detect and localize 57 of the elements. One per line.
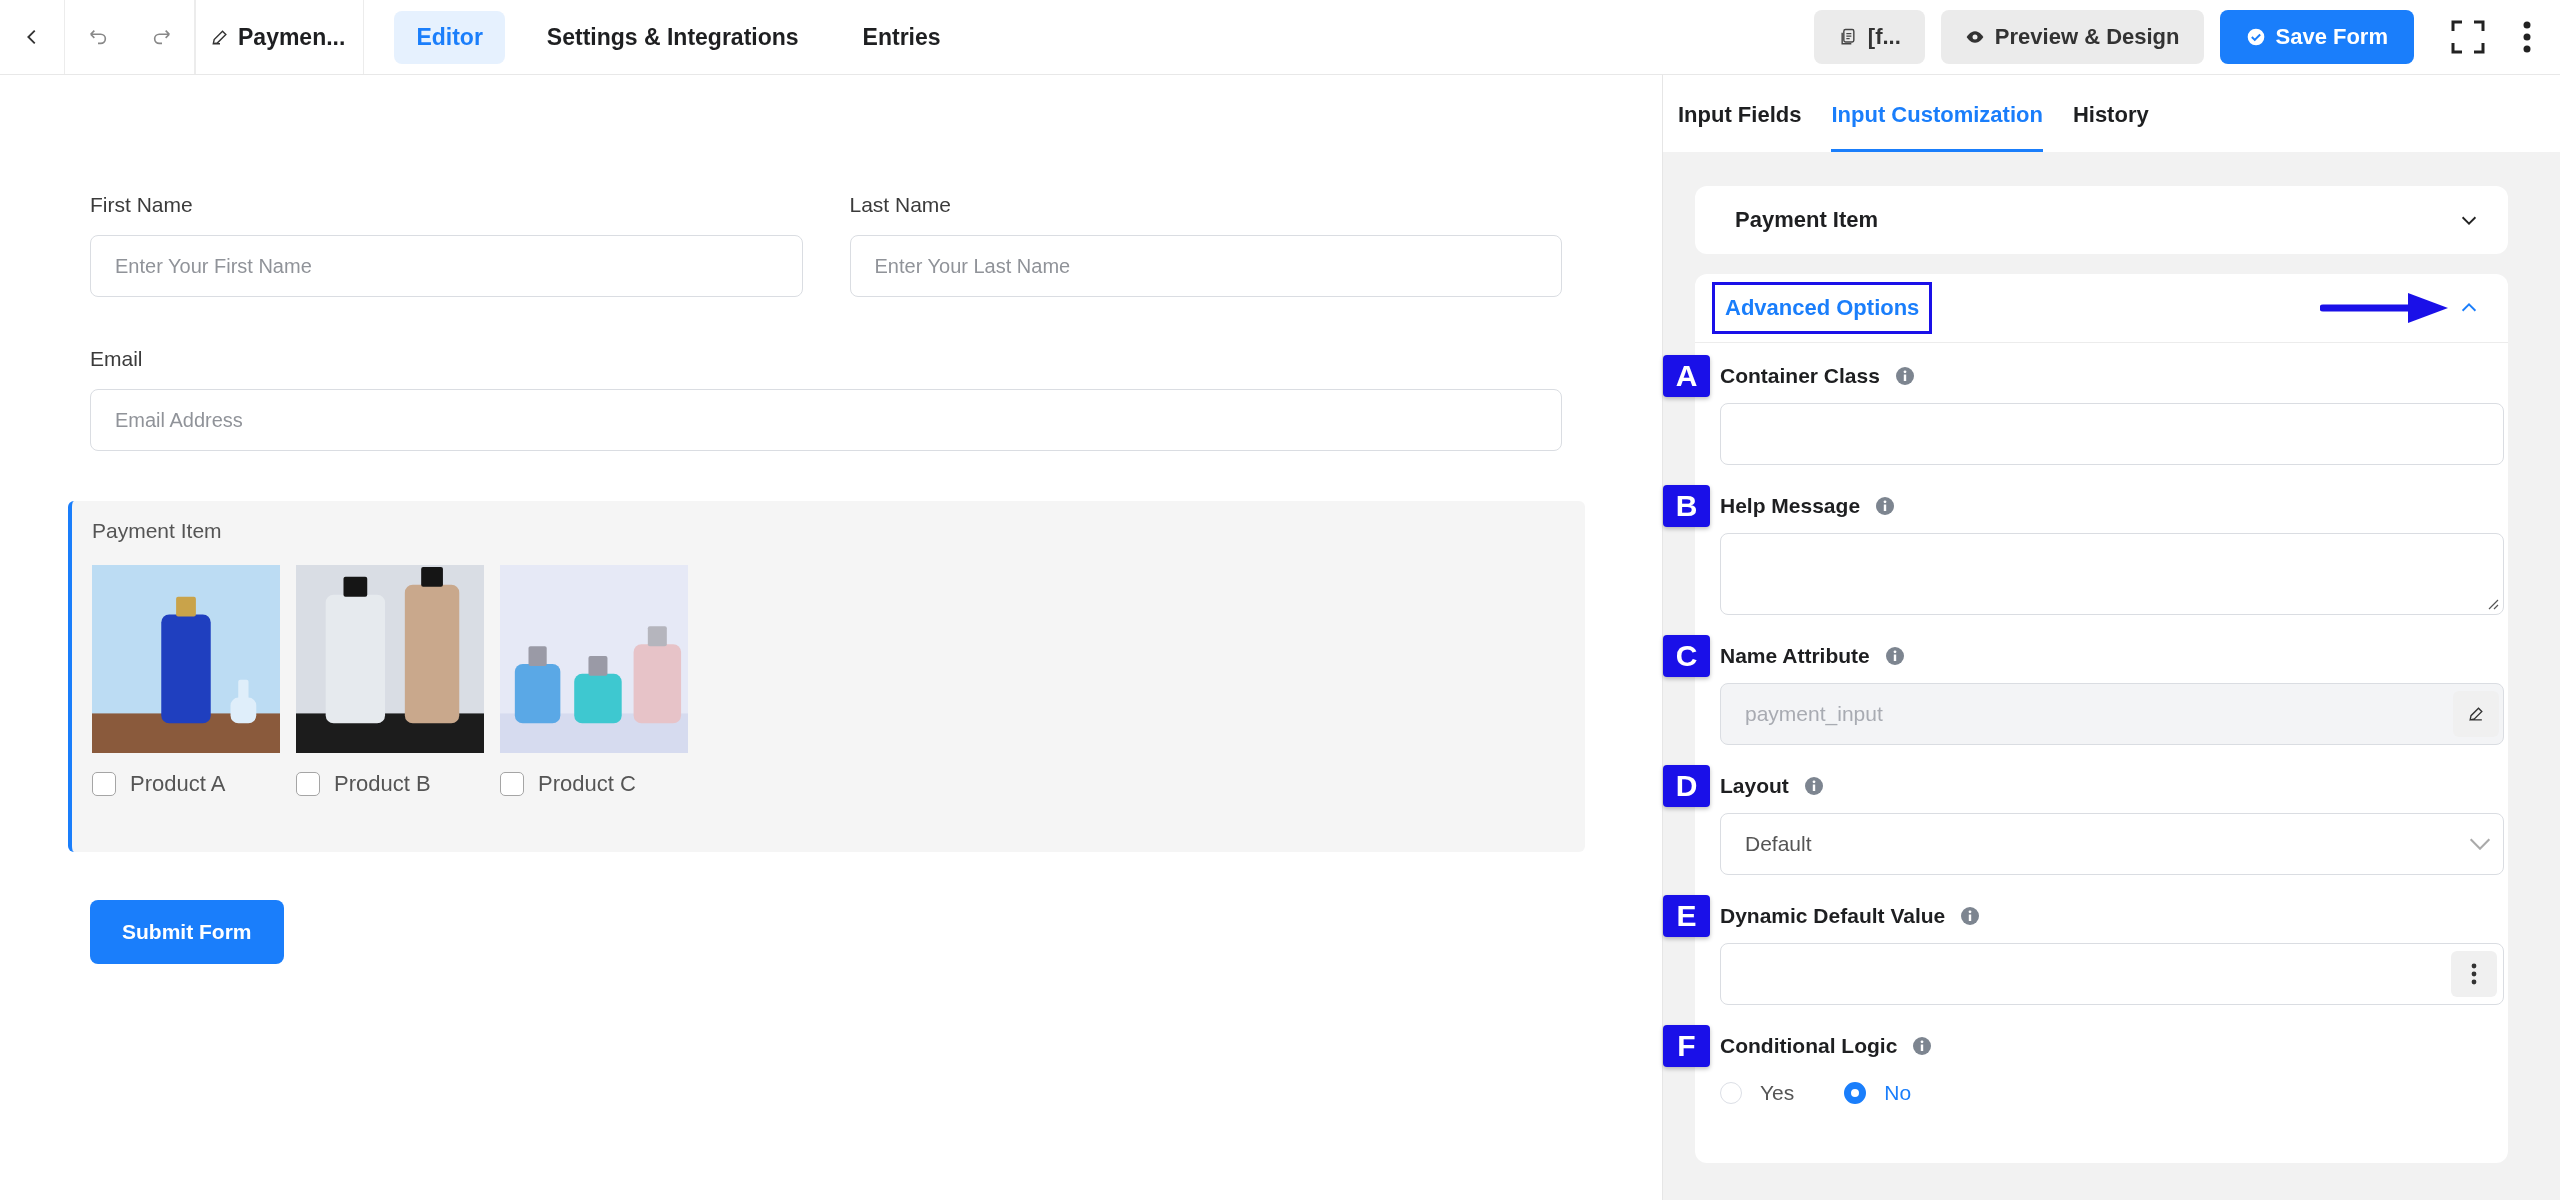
select-field[interactable]: Default (1720, 813, 2504, 875)
info-icon (1885, 647, 1904, 665)
annotation-badge: C (1663, 635, 1710, 677)
more-icon[interactable] (2522, 20, 2532, 54)
option-label: Conditional Logic (1720, 1034, 1898, 1058)
annotation-badge: B (1663, 485, 1710, 527)
edit-button[interactable] (2453, 691, 2499, 737)
info-icon (1804, 777, 1823, 795)
submit-button[interactable]: Submit Form (90, 900, 284, 964)
product-label: Product B (334, 771, 431, 797)
info-icon (1961, 907, 1980, 925)
info-icon (1913, 1037, 1932, 1055)
field-label: First Name (90, 193, 194, 217)
radio-button[interactable] (1844, 1082, 1867, 1104)
editor-tab[interactable]: Entries (840, 10, 963, 64)
option-label: Name Attribute (1720, 644, 1870, 668)
option-label: Layout (1720, 774, 1789, 798)
info-icon (1895, 367, 1914, 385)
annotation-badge: D (1663, 765, 1710, 807)
panel-tab[interactable]: Input Fields (1678, 75, 1802, 152)
annotation-badge: E (1663, 895, 1710, 937)
checkbox[interactable] (500, 772, 524, 796)
more-icon[interactable] (2451, 951, 2497, 997)
field-label: Last Name (849, 193, 953, 217)
check-circle-icon (2245, 27, 2266, 47)
annotation-badge: F (1663, 1025, 1710, 1067)
chevron-down-icon (2469, 838, 2491, 850)
save-button[interactable]: Save Form (2219, 10, 2414, 64)
radio-label: No (1884, 1081, 1912, 1105)
pencil-icon (2466, 704, 2486, 724)
panel-tab[interactable]: Input Customization (1831, 75, 2043, 152)
panel-tab[interactable]: History (2072, 75, 2149, 152)
field-label: Email (90, 347, 144, 371)
option-label: Container Class (1720, 364, 1880, 388)
option-label: Dynamic Default Value (1720, 904, 1946, 928)
fullscreen-icon[interactable] (2450, 19, 2486, 55)
highlighted-section-title[interactable]: Advanced Options (1712, 282, 1933, 334)
input-field[interactable]: Enter Your Last Name (849, 235, 1562, 297)
input-field[interactable]: Email Address (90, 389, 1562, 451)
input-field[interactable] (1720, 403, 2504, 465)
product-label: Product C (538, 771, 636, 797)
radio-label: Yes (1760, 1081, 1795, 1105)
shortcode-button[interactable]: [f... (1813, 10, 1925, 64)
info-icon (1876, 497, 1895, 515)
checkbox[interactable] (92, 772, 116, 796)
form-name-button[interactable]: Paymen... (195, 0, 365, 74)
preview-button[interactable]: Preview & Design (1940, 10, 2204, 64)
input-field[interactable] (1720, 943, 2504, 1005)
editor-tab[interactable]: Settings & Integrations (524, 10, 821, 64)
field-label: Payment Item (92, 519, 223, 543)
option-label: Help Message (1720, 494, 1861, 518)
section-title[interactable]: Payment Item (1722, 194, 1892, 246)
annotation-badge: A (1663, 355, 1710, 397)
product-label: Product A (130, 771, 226, 797)
checkbox[interactable] (296, 772, 320, 796)
pencil-icon (210, 27, 230, 47)
input-field[interactable]: Enter Your First Name (90, 235, 803, 297)
